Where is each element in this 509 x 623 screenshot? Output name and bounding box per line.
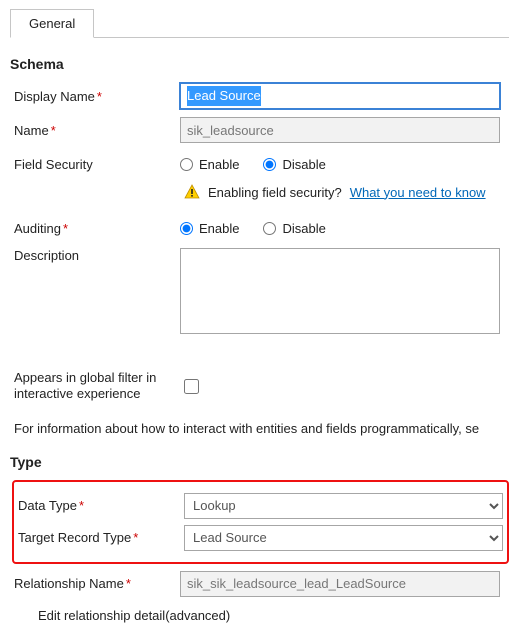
type-highlight-box: Data Type* Lookup Target Record Type* Le…	[12, 480, 509, 564]
info-programmatic-text: For information about how to interact wi…	[14, 421, 509, 436]
section-schema-heading: Schema	[10, 56, 509, 72]
label-appears-in-global: Appears in global filter in interactive …	[10, 370, 180, 403]
appears-in-global-checkbox[interactable]	[184, 379, 199, 394]
label-data-type: Data Type*	[14, 498, 184, 513]
auditing-enable-radio[interactable]	[180, 222, 193, 235]
name-input[interactable]	[180, 117, 500, 143]
target-record-type-select[interactable]: Lead Source	[184, 525, 503, 551]
label-display-name: Display Name*	[10, 89, 180, 104]
section-type-heading: Type	[10, 454, 509, 470]
field-security-disable-label: Disable	[282, 157, 325, 172]
label-auditing: Auditing*	[10, 221, 180, 236]
label-target-record-type: Target Record Type*	[14, 530, 184, 545]
warning-text: Enabling field security?	[208, 185, 342, 200]
description-textarea[interactable]	[180, 248, 500, 334]
auditing-radio-group: Enable Disable	[180, 221, 326, 236]
label-field-security: Field Security	[10, 157, 180, 172]
auditing-enable-label: Enable	[199, 221, 239, 236]
tab-general[interactable]: General	[10, 9, 94, 38]
field-security-enable-radio[interactable]	[180, 158, 193, 171]
label-name: Name*	[10, 123, 180, 138]
warning-link[interactable]: What you need to know	[350, 185, 486, 200]
field-security-enable-label: Enable	[199, 157, 239, 172]
auditing-disable-radio[interactable]	[263, 222, 276, 235]
relationship-name-input[interactable]	[180, 571, 500, 597]
data-type-select[interactable]: Lookup	[184, 493, 503, 519]
label-description: Description	[10, 248, 180, 263]
edit-relationship-link[interactable]: Edit relationship detail(advanced)	[38, 608, 509, 623]
warning-icon	[184, 184, 200, 200]
auditing-disable-label: Disable	[282, 221, 325, 236]
field-security-disable-radio[interactable]	[263, 158, 276, 171]
label-relationship-name: Relationship Name*	[10, 576, 180, 591]
field-security-radio-group: Enable Disable	[180, 157, 326, 172]
display-name-input[interactable]: Lead Source	[180, 83, 500, 109]
